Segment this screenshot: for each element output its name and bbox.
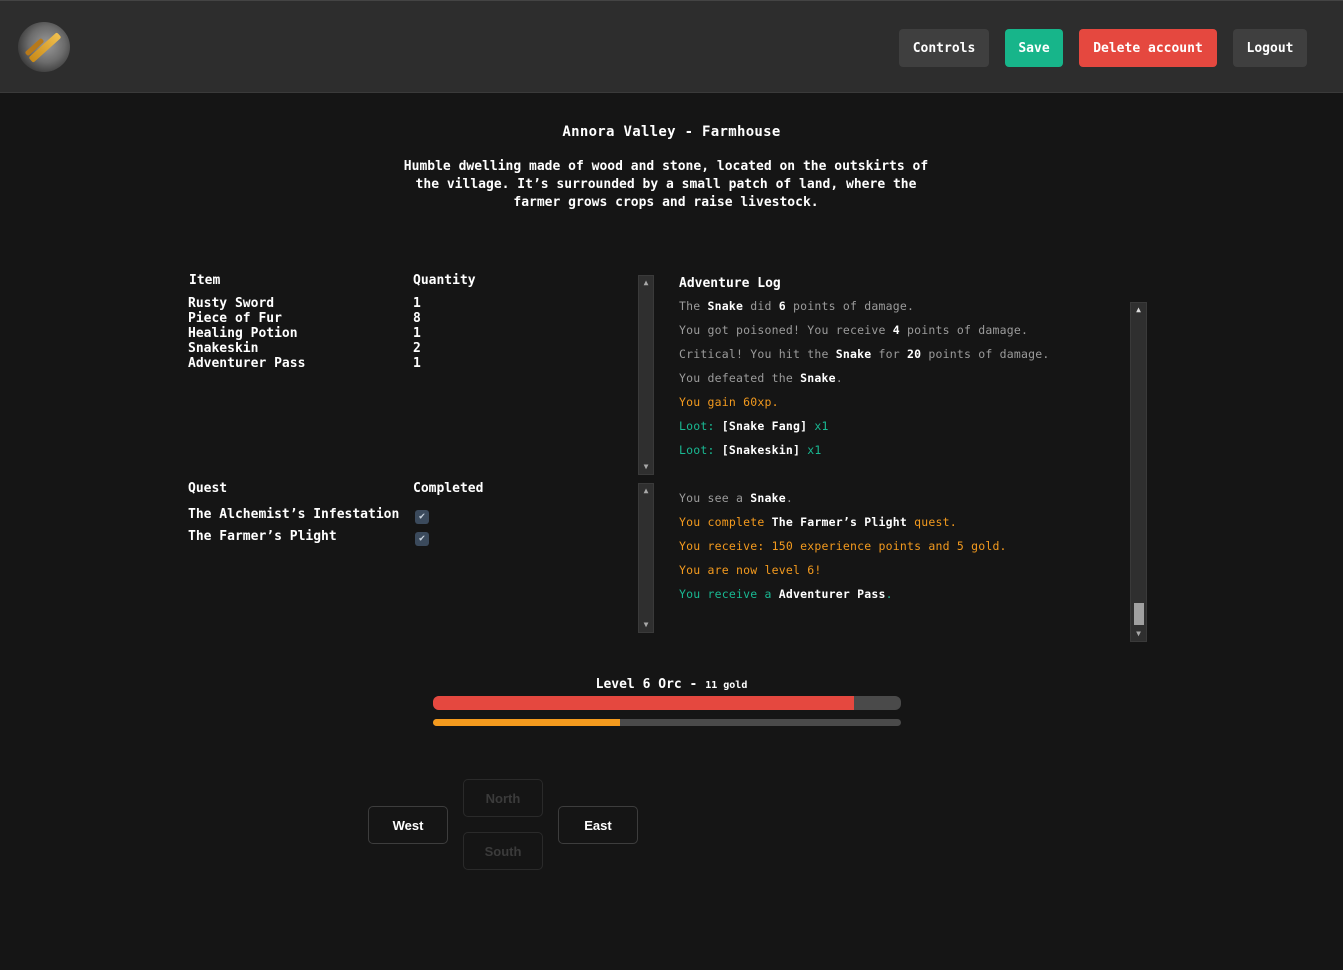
scroll-up-icon[interactable]: ▲ (639, 484, 653, 498)
inventory-scrollbar[interactable]: ▲ ▼ (638, 275, 654, 475)
inventory-item-qty: 2 (413, 341, 421, 356)
log-text: x1 (807, 419, 829, 433)
scroll-down-icon[interactable]: ▼ (639, 618, 653, 632)
move-south-button[interactable]: South (463, 832, 543, 870)
inventory-item-name: Rusty Sword (188, 296, 275, 311)
log-text: The (679, 299, 708, 313)
log-enemy: Snake (835, 347, 872, 361)
log-quest-name: The Farmer’s Plight (771, 515, 907, 529)
log-entry: Critical! You hit the Snake for 20 point… (679, 347, 1049, 361)
log-entry: You defeated the Snake. (679, 371, 843, 385)
log-scrollbar[interactable]: ▲ ▼ (1130, 302, 1147, 642)
log-entry: Loot: [Snakeskin] x1 (679, 443, 822, 457)
log-text: You got poisoned! You receive (679, 323, 893, 337)
logout-button[interactable]: Logout (1233, 29, 1307, 67)
log-text: x1 (800, 443, 822, 457)
log-text: quest. (906, 515, 957, 529)
log-loot-item: [Snakeskin] (721, 443, 801, 457)
inventory-quantity-header: Quantity (413, 273, 476, 288)
scroll-thumb[interactable] (1134, 603, 1144, 625)
log-loot-item: [Snake Fang] (721, 419, 808, 433)
scroll-up-icon[interactable]: ▲ (639, 276, 653, 290)
quest-name: The Alchemist’s Infestation (188, 507, 400, 522)
log-text: Loot: (679, 443, 722, 457)
inventory-item-qty: 1 (413, 296, 421, 311)
inventory-item-name: Healing Potion (188, 326, 298, 341)
log-item: Adventurer Pass (778, 587, 886, 601)
log-text: You receive a (679, 587, 779, 601)
gold-amount: 11 gold (705, 680, 748, 691)
log-entry: The Snake did 6 points of damage. (679, 299, 914, 313)
log-number: 20 (906, 347, 922, 361)
controls-button[interactable]: Controls (899, 29, 989, 67)
log-entry: You are now level 6! (679, 563, 821, 577)
inventory-item-name: Piece of Fur (188, 311, 282, 326)
log-text: You complete (679, 515, 772, 529)
log-text: Loot: (679, 419, 722, 433)
log-text: Critical! You hit the (679, 347, 836, 361)
scroll-up-icon[interactable]: ▲ (1131, 303, 1146, 317)
log-entry: Loot: [Snake Fang] x1 (679, 419, 829, 433)
move-west-button[interactable]: West (368, 806, 448, 844)
log-text: did (743, 299, 779, 313)
log-text: . (785, 491, 793, 505)
location-description: Humble dwelling made of wood and stone, … (403, 159, 929, 210)
log-text: You receive: 150 experience points and 5… (679, 539, 1007, 553)
character-summary: Level 6 Orc - 11 gold (0, 677, 1343, 692)
top-bar: Controls Save Delete account Logout (0, 0, 1343, 93)
log-entry: You receive: 150 experience points and 5… (679, 539, 1007, 553)
log-enemy: Snake (800, 371, 836, 385)
move-north-button[interactable]: North (463, 779, 543, 817)
xp-bar (433, 719, 901, 726)
scroll-down-icon[interactable]: ▼ (1131, 627, 1146, 641)
quest-completed-checkbox[interactable]: ✔ (415, 510, 429, 524)
log-text: points of damage. (921, 347, 1050, 361)
log-text: You are now level 6! (679, 563, 822, 577)
log-text: You see a (679, 491, 751, 505)
log-text: You gain 60xp. (679, 395, 779, 409)
inventory-item-header: Item (189, 273, 221, 288)
sword-logo-icon (18, 22, 70, 72)
xp-bar-fill (433, 719, 621, 726)
log-entry: You got poisoned! You receive 4 points o… (679, 323, 1028, 337)
log-entry: You gain 60xp. (679, 395, 779, 409)
location-title: Annora Valley - Farmhouse (562, 124, 781, 140)
log-text: You defeated the (679, 371, 801, 385)
log-text: . (835, 371, 843, 385)
inventory-item-qty: 1 (413, 356, 421, 371)
move-east-button[interactable]: East (558, 806, 638, 844)
log-text: . (885, 587, 893, 601)
log-enemy: Snake (707, 299, 744, 313)
inventory-item-name: Adventurer Pass (188, 356, 306, 371)
adventure-log-title: Adventure Log (679, 276, 781, 291)
log-entry: You see a Snake. (679, 491, 793, 505)
log-text: for (871, 347, 907, 361)
character-level-race: Level 6 Orc - (595, 677, 706, 692)
save-button[interactable]: Save (1005, 29, 1063, 67)
log-number: 6 (778, 299, 786, 313)
quest-completed-checkbox[interactable]: ✔ (415, 532, 429, 546)
completed-header: Completed (413, 481, 484, 496)
log-number: 4 (892, 323, 900, 337)
delete-account-button[interactable]: Delete account (1079, 29, 1217, 67)
quest-header: Quest (188, 481, 228, 496)
log-entry: You receive a Adventurer Pass. (679, 587, 893, 601)
inventory-item-qty: 1 (413, 326, 421, 341)
inventory-item-qty: 8 (413, 311, 421, 326)
log-text: points of damage. (785, 299, 915, 313)
health-bar (433, 696, 901, 710)
log-text: points of damage. (899, 323, 1029, 337)
health-bar-fill (433, 696, 855, 710)
scroll-down-icon[interactable]: ▼ (639, 460, 653, 474)
log-entry: You complete The Farmer’s Plight quest. (679, 515, 957, 529)
quest-scrollbar[interactable]: ▲ ▼ (638, 483, 654, 633)
inventory-item-name: Snakeskin (188, 341, 259, 356)
log-enemy: Snake (750, 491, 786, 505)
quest-name: The Farmer’s Plight (188, 529, 337, 544)
